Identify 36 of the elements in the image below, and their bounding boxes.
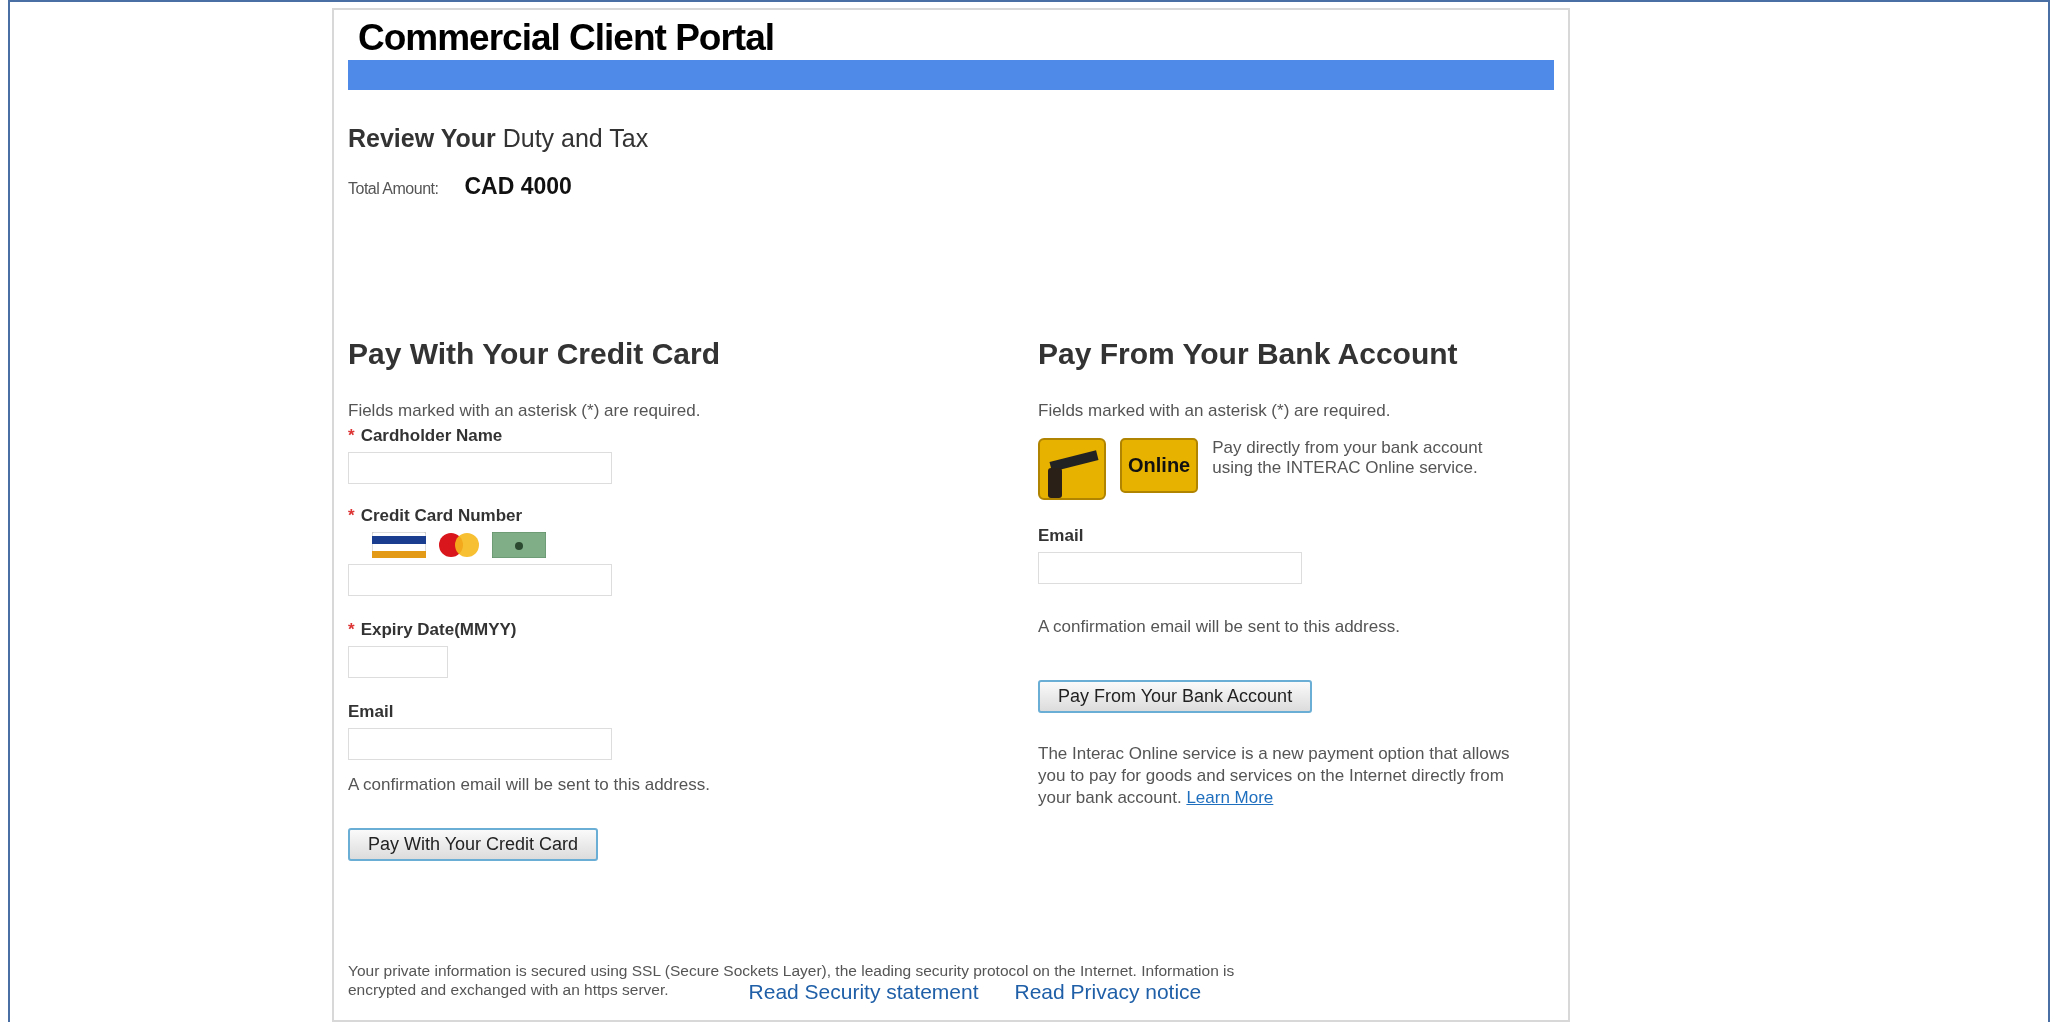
footer-link[interactable]: Read Security statement — [748, 980, 979, 1004]
required-note: Fields marked with an asterisk (*) are required. — [1038, 400, 1392, 422]
required-asterisk: * — [348, 620, 355, 640]
online-logo: Online — [1120, 438, 1199, 493]
bank-card-icon — [492, 532, 546, 558]
confirmation-note: A confirmation email will be sent to this address. — [1038, 616, 1401, 638]
bank-account-heading: Pay From Your Bank Account — [1038, 336, 1459, 372]
field-label: Credit Card Number — [360, 506, 523, 526]
confirmation-note: A confirmation email will be sent to this address. — [348, 774, 711, 796]
input-field[interactable] — [348, 564, 612, 596]
portal-title: Commercial Client Portal — [357, 16, 775, 60]
required-asterisk: * — [348, 506, 355, 526]
review-heading: Review Your Duty and Tax — [348, 124, 650, 153]
interac-info: The Interac Online service is a new payment option that allows you to pay for goods and services on the Internet directly from your bank account. Learn More — [1038, 743, 1511, 809]
total-amount: CAD 4000 — [464, 173, 572, 200]
input-field[interactable] — [1038, 552, 1302, 584]
field-label: Email — [1038, 526, 1084, 546]
visa-card-icon — [372, 532, 426, 558]
footer-link[interactable]: Read Privacy notice — [1014, 980, 1202, 1004]
field-label: Cardholder Name — [360, 426, 503, 446]
field-label: Expiry Date(MMYY) — [360, 620, 517, 640]
pay-bank-account-button[interactable]: Pay From Your Bank Account — [1038, 680, 1313, 713]
input-field[interactable] — [348, 452, 612, 484]
input-field[interactable] — [348, 728, 612, 760]
hand-card-logo-icon — [1038, 438, 1106, 500]
security-notice: encrypted and exchanged with an https server. — [348, 980, 669, 999]
required-asterisk: * — [348, 426, 355, 446]
input-field[interactable] — [348, 646, 448, 678]
security-notice: Your private information is secured using SSL (Secure Sockets Layer), the leading security protocol on the Internet. Information is — [348, 961, 1236, 980]
field-label: Email — [348, 702, 394, 722]
required-note: Fields marked with an asterisk (*) are required. — [348, 400, 702, 422]
credit-card-heading: Pay With Your Credit Card — [348, 336, 721, 372]
total-label: Total Amount: — [348, 180, 439, 198]
learn-more-link[interactable]: Learn More — [1186, 788, 1274, 807]
interac-description: Pay directly from your bank account using the INTERAC Online service. — [1212, 438, 1484, 478]
pay-credit-card-button[interactable]: Pay With Your Credit Card — [348, 828, 599, 861]
